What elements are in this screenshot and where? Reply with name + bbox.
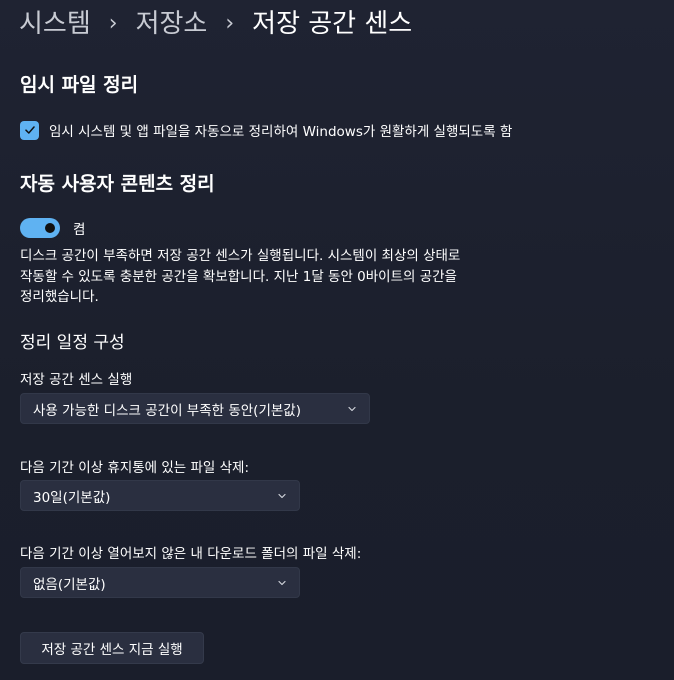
breadcrumb-system[interactable]: 시스템 xyxy=(19,6,91,42)
temp-cleanup-checkbox[interactable] xyxy=(20,120,39,140)
temp-cleanup-checkbox-row: 임시 시스템 및 앱 파일을 자동으로 정리하여 Windows가 원활하게 실… xyxy=(20,120,512,140)
breadcrumb-separator: › xyxy=(108,11,118,36)
toggle-knob xyxy=(45,223,55,233)
temp-cleanup-checkbox-label: 임시 시스템 및 앱 파일을 자동으로 정리하여 Windows가 원활하게 실… xyxy=(49,124,513,140)
run-schedule-label: 저장 공간 센스 실행 xyxy=(20,372,133,388)
downloads-value: 없음(기본값) xyxy=(33,576,106,593)
chevron-down-icon xyxy=(277,491,287,501)
auto-cleanup-toggle[interactable] xyxy=(20,218,60,238)
run-schedule-value: 사용 가능한 디스크 공간이 부족한 동안(기본값) xyxy=(33,402,301,419)
schedule-title: 정리 일정 구성 xyxy=(20,333,125,353)
auto-cleanup-toggle-row: 켬 xyxy=(20,218,85,238)
recycle-bin-label: 다음 기간 이상 휴지통에 있는 파일 삭제: xyxy=(20,460,250,476)
toggle-state-label: 켬 xyxy=(73,222,86,238)
chevron-down-icon xyxy=(347,404,357,414)
chevron-down-icon xyxy=(277,578,287,588)
run-storage-sense-now-button[interactable]: 저장 공간 센스 지금 실행 xyxy=(20,632,204,664)
auto-cleanup-description: 디스크 공간이 부족하면 저장 공간 센스가 실행됩니다. 시스템이 최상의 상… xyxy=(20,248,461,305)
page-title: 저장 공간 센스 xyxy=(252,9,413,39)
breadcrumb-storage[interactable]: 저장소 xyxy=(136,6,208,42)
check-icon xyxy=(24,126,35,134)
breadcrumb-separator: › xyxy=(225,11,235,36)
recycle-bin-value: 30일(기본값) xyxy=(33,489,111,506)
breadcrumb: 시스템 › 저장소 › 저장 공간 센스 xyxy=(19,6,412,42)
temp-cleanup-title: 임시 파일 정리 xyxy=(20,74,139,96)
storage-sense-page: 시스템 › 저장소 › 저장 공간 센스 임시 파일 정리 임시 시스템 및 앱… xyxy=(0,0,674,680)
downloads-dropdown[interactable]: 없음(기본값) xyxy=(20,567,300,598)
auto-cleanup-title: 자동 사용자 콘텐츠 정리 xyxy=(20,173,215,195)
recycle-bin-dropdown[interactable]: 30일(기본값) xyxy=(20,480,300,511)
run-schedule-dropdown[interactable]: 사용 가능한 디스크 공간이 부족한 동안(기본값) xyxy=(20,393,370,424)
downloads-label: 다음 기간 이상 열어보지 않은 내 다운로드 폴더의 파일 삭제: xyxy=(20,546,362,562)
